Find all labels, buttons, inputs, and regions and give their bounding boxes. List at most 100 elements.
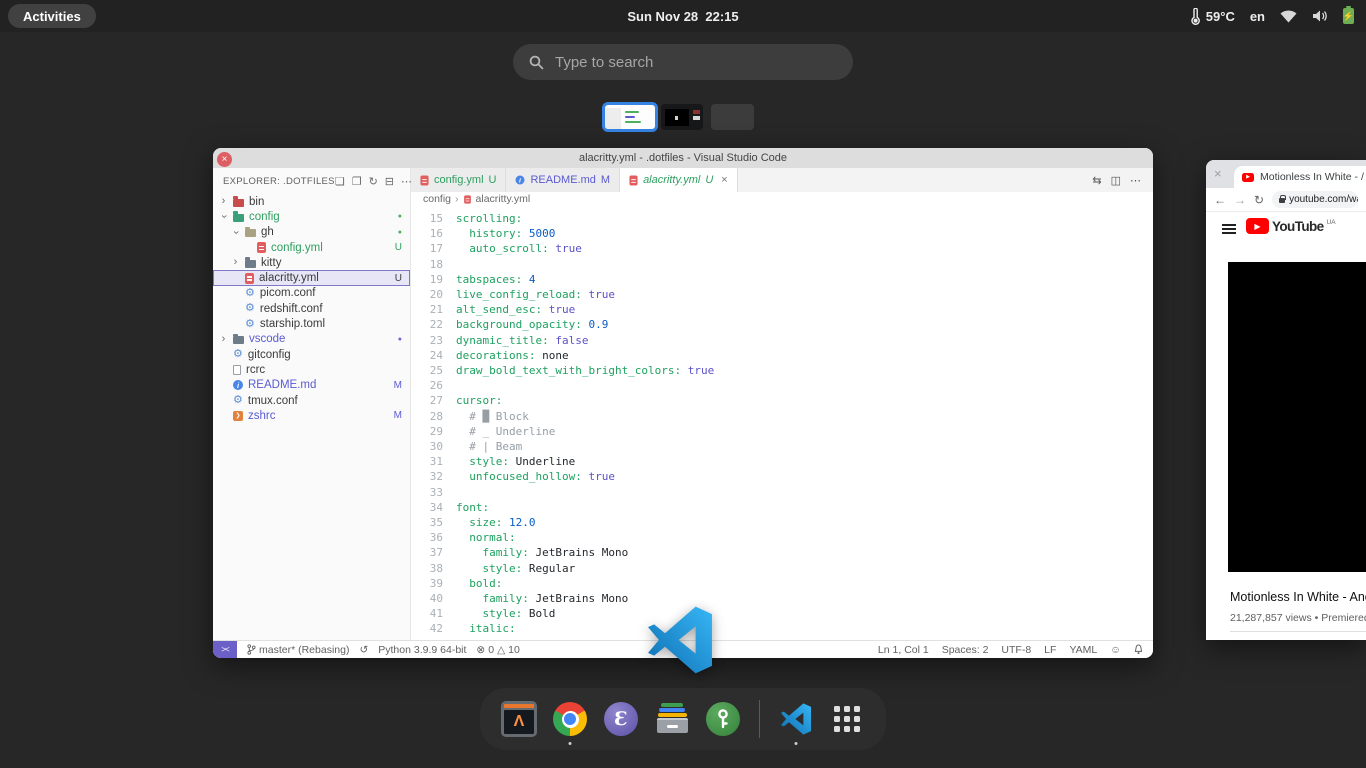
tab-config-yml[interactable]: config.yml U	[411, 168, 506, 192]
code-line[interactable]: 37 family: JetBrains Mono	[411, 545, 1153, 560]
code-line[interactable]: 21alt_send_esc: true	[411, 302, 1153, 317]
code-line[interactable]: 17 auto_scroll: true	[411, 241, 1153, 256]
clock[interactable]: Sun Nov 28 22:15	[627, 0, 738, 32]
address-bar[interactable]: youtube.com/wa	[1272, 191, 1358, 208]
code-editor[interactable]: 15scrolling:16 history: 500017 auto_scro…	[411, 206, 1153, 640]
cursor-position[interactable]: Ln 1, Col 1	[878, 644, 929, 656]
python-interpreter[interactable]: Python 3.9.9 64-bit	[378, 644, 466, 656]
dock-item-vscode[interactable]	[777, 700, 815, 738]
code-line[interactable]: 39 bold:	[411, 576, 1153, 591]
language-mode[interactable]: YAML	[1069, 644, 1097, 656]
activities-button[interactable]: Activities	[8, 4, 96, 28]
code-line[interactable]: 35 size: 12.0	[411, 515, 1153, 530]
new-file-icon[interactable]: ❏	[335, 175, 345, 188]
workspace-thumbnail-youtube[interactable]	[661, 104, 703, 130]
tree-item-config[interactable]: ›config●	[213, 209, 410, 224]
dock-item-files[interactable]	[653, 700, 691, 738]
remote-indicator[interactable]: ><	[213, 641, 237, 658]
keyboard-layout[interactable]: en	[1250, 9, 1265, 24]
tree-item-redshift.conf[interactable]: ⚙redshift.conf	[213, 301, 410, 316]
code-line[interactable]: 41 style: Bold	[411, 606, 1153, 621]
dock-item-emacs[interactable]: Ɛ	[602, 700, 640, 738]
code-line[interactable]: 26	[411, 378, 1153, 393]
more-actions-icon[interactable]: ⋯	[1130, 174, 1141, 187]
back-icon[interactable]: ←	[1214, 193, 1226, 207]
vscode-window[interactable]: × alacritty.yml - .dotfiles - Visual Stu…	[213, 148, 1153, 658]
split-editor-icon[interactable]: ◫	[1111, 174, 1121, 187]
code-line[interactable]: 23dynamic_title: false	[411, 333, 1153, 348]
tree-item-config.yml[interactable]: config.ymlU	[213, 240, 410, 255]
code-line[interactable]: 20live_config_reload: true	[411, 287, 1153, 302]
tree-item-tmux.conf[interactable]: ⚙tmux.conf	[213, 393, 410, 408]
chrome-window[interactable]: × ▶ Motionless In White - / ← → ↻ youtub…	[1206, 160, 1366, 640]
video-player[interactable]	[1228, 262, 1366, 572]
tree-item-starship.toml[interactable]: ⚙starship.toml	[213, 316, 410, 331]
system-tray[interactable]: 59°C en ⚡	[1190, 0, 1354, 32]
collapse-folders-icon[interactable]: ⊟	[385, 175, 394, 188]
dock-item-keepassxc[interactable]	[704, 700, 742, 738]
dock-item-alacritty[interactable]: Λ	[500, 700, 538, 738]
dock-item-app-grid[interactable]	[828, 700, 866, 738]
code-line[interactable]: 22background_opacity: 0.9	[411, 317, 1153, 332]
tree-item-gh[interactable]: ›gh●	[213, 225, 410, 240]
close-tab-icon[interactable]: ×	[721, 174, 727, 186]
tab-readme-md[interactable]: i README.md M	[506, 168, 620, 192]
code-text: style: Bold	[456, 606, 555, 621]
bell-icon[interactable]	[1134, 644, 1143, 655]
code-line[interactable]: 19tabspaces: 4	[411, 272, 1153, 287]
forward-icon[interactable]: →	[1234, 193, 1246, 207]
new-folder-icon[interactable]: ❐	[352, 175, 362, 188]
code-line[interactable]: 40 family: JetBrains Mono	[411, 591, 1153, 606]
close-window-button[interactable]: ×	[217, 152, 232, 167]
code-line[interactable]: 30 # | Beam	[411, 439, 1153, 454]
tree-item-vscode[interactable]: ›vscode●	[213, 332, 410, 347]
encoding[interactable]: UTF-8	[1001, 644, 1031, 656]
code-line[interactable]: 36 normal:	[411, 530, 1153, 545]
code-line[interactable]: 33	[411, 485, 1153, 500]
code-line[interactable]: 18	[411, 257, 1153, 272]
code-line[interactable]: 38 style: Regular	[411, 561, 1153, 576]
git-status-badge: M	[601, 174, 610, 186]
tree-item-picom.conf[interactable]: ⚙picom.conf	[213, 286, 410, 301]
code-line[interactable]: 29 # _ Underline	[411, 424, 1153, 439]
code-line[interactable]: 27cursor:	[411, 393, 1153, 408]
feedback-icon[interactable]: ☺	[1110, 644, 1121, 656]
tree-item-gitconfig[interactable]: ⚙gitconfig	[213, 347, 410, 362]
code-line[interactable]: 34font:	[411, 500, 1153, 515]
code-line[interactable]: 31 style: Underline	[411, 454, 1153, 469]
tree-item-rcrc[interactable]: rcrc	[213, 362, 410, 377]
sync-icon[interactable]: ↺	[359, 644, 368, 656]
indentation[interactable]: Spaces: 2	[942, 644, 989, 656]
youtube-logo[interactable]: ▶ YouTube UA	[1246, 218, 1336, 234]
breadcrumb-file[interactable]: alacritty.yml	[476, 193, 531, 205]
eol-sequence[interactable]: LF	[1044, 644, 1056, 656]
code-line[interactable]: 42 italic:	[411, 621, 1153, 636]
git-branch-item[interactable]: master* (Rebasing)	[247, 644, 349, 656]
refresh-icon[interactable]: ↻	[369, 175, 378, 188]
tree-item-README.md[interactable]: iREADME.mdM	[213, 378, 410, 393]
tab-alacritty-yml[interactable]: alacritty.yml U ×	[620, 168, 738, 192]
tree-item-kitty[interactable]: ›kitty	[213, 255, 410, 270]
menu-icon[interactable]	[1222, 224, 1236, 234]
code-line[interactable]: 24decorations: none	[411, 348, 1153, 363]
open-changes-icon[interactable]: ⇆	[1092, 174, 1101, 187]
tree-item-bin[interactable]: ›bin	[213, 194, 410, 209]
problems-item[interactable]: ⊗ 0 △ 10	[476, 644, 519, 656]
search-bar[interactable]: Type to search	[513, 44, 853, 80]
code-line[interactable]: 16 history: 5000	[411, 226, 1153, 241]
breadcrumb[interactable]: config › alacritty.yml	[411, 192, 1153, 206]
reload-icon[interactable]: ↻	[1254, 193, 1264, 207]
tree-item-zshrc[interactable]: ❯zshrcM	[213, 408, 410, 423]
browser-tab[interactable]: ▶ Motionless In White - /	[1234, 166, 1366, 188]
code-line[interactable]: 32 unfocused_hollow: true	[411, 469, 1153, 484]
tree-item-alacritty.yml[interactable]: alacritty.ymlU	[213, 270, 410, 285]
workspace-thumbnail-vscode[interactable]	[602, 102, 658, 132]
breadcrumb-folder[interactable]: config	[423, 193, 451, 205]
close-window-button[interactable]: ×	[1214, 166, 1222, 181]
dock-item-chrome[interactable]	[551, 700, 589, 738]
code-line[interactable]: 15scrolling:	[411, 211, 1153, 226]
workspace-thumbnail-empty[interactable]	[711, 104, 754, 130]
code-line[interactable]: 28 # █ Block	[411, 409, 1153, 424]
file-label: gitconfig	[248, 349, 291, 361]
code-line[interactable]: 25draw_bold_text_with_bright_colors: tru…	[411, 363, 1153, 378]
